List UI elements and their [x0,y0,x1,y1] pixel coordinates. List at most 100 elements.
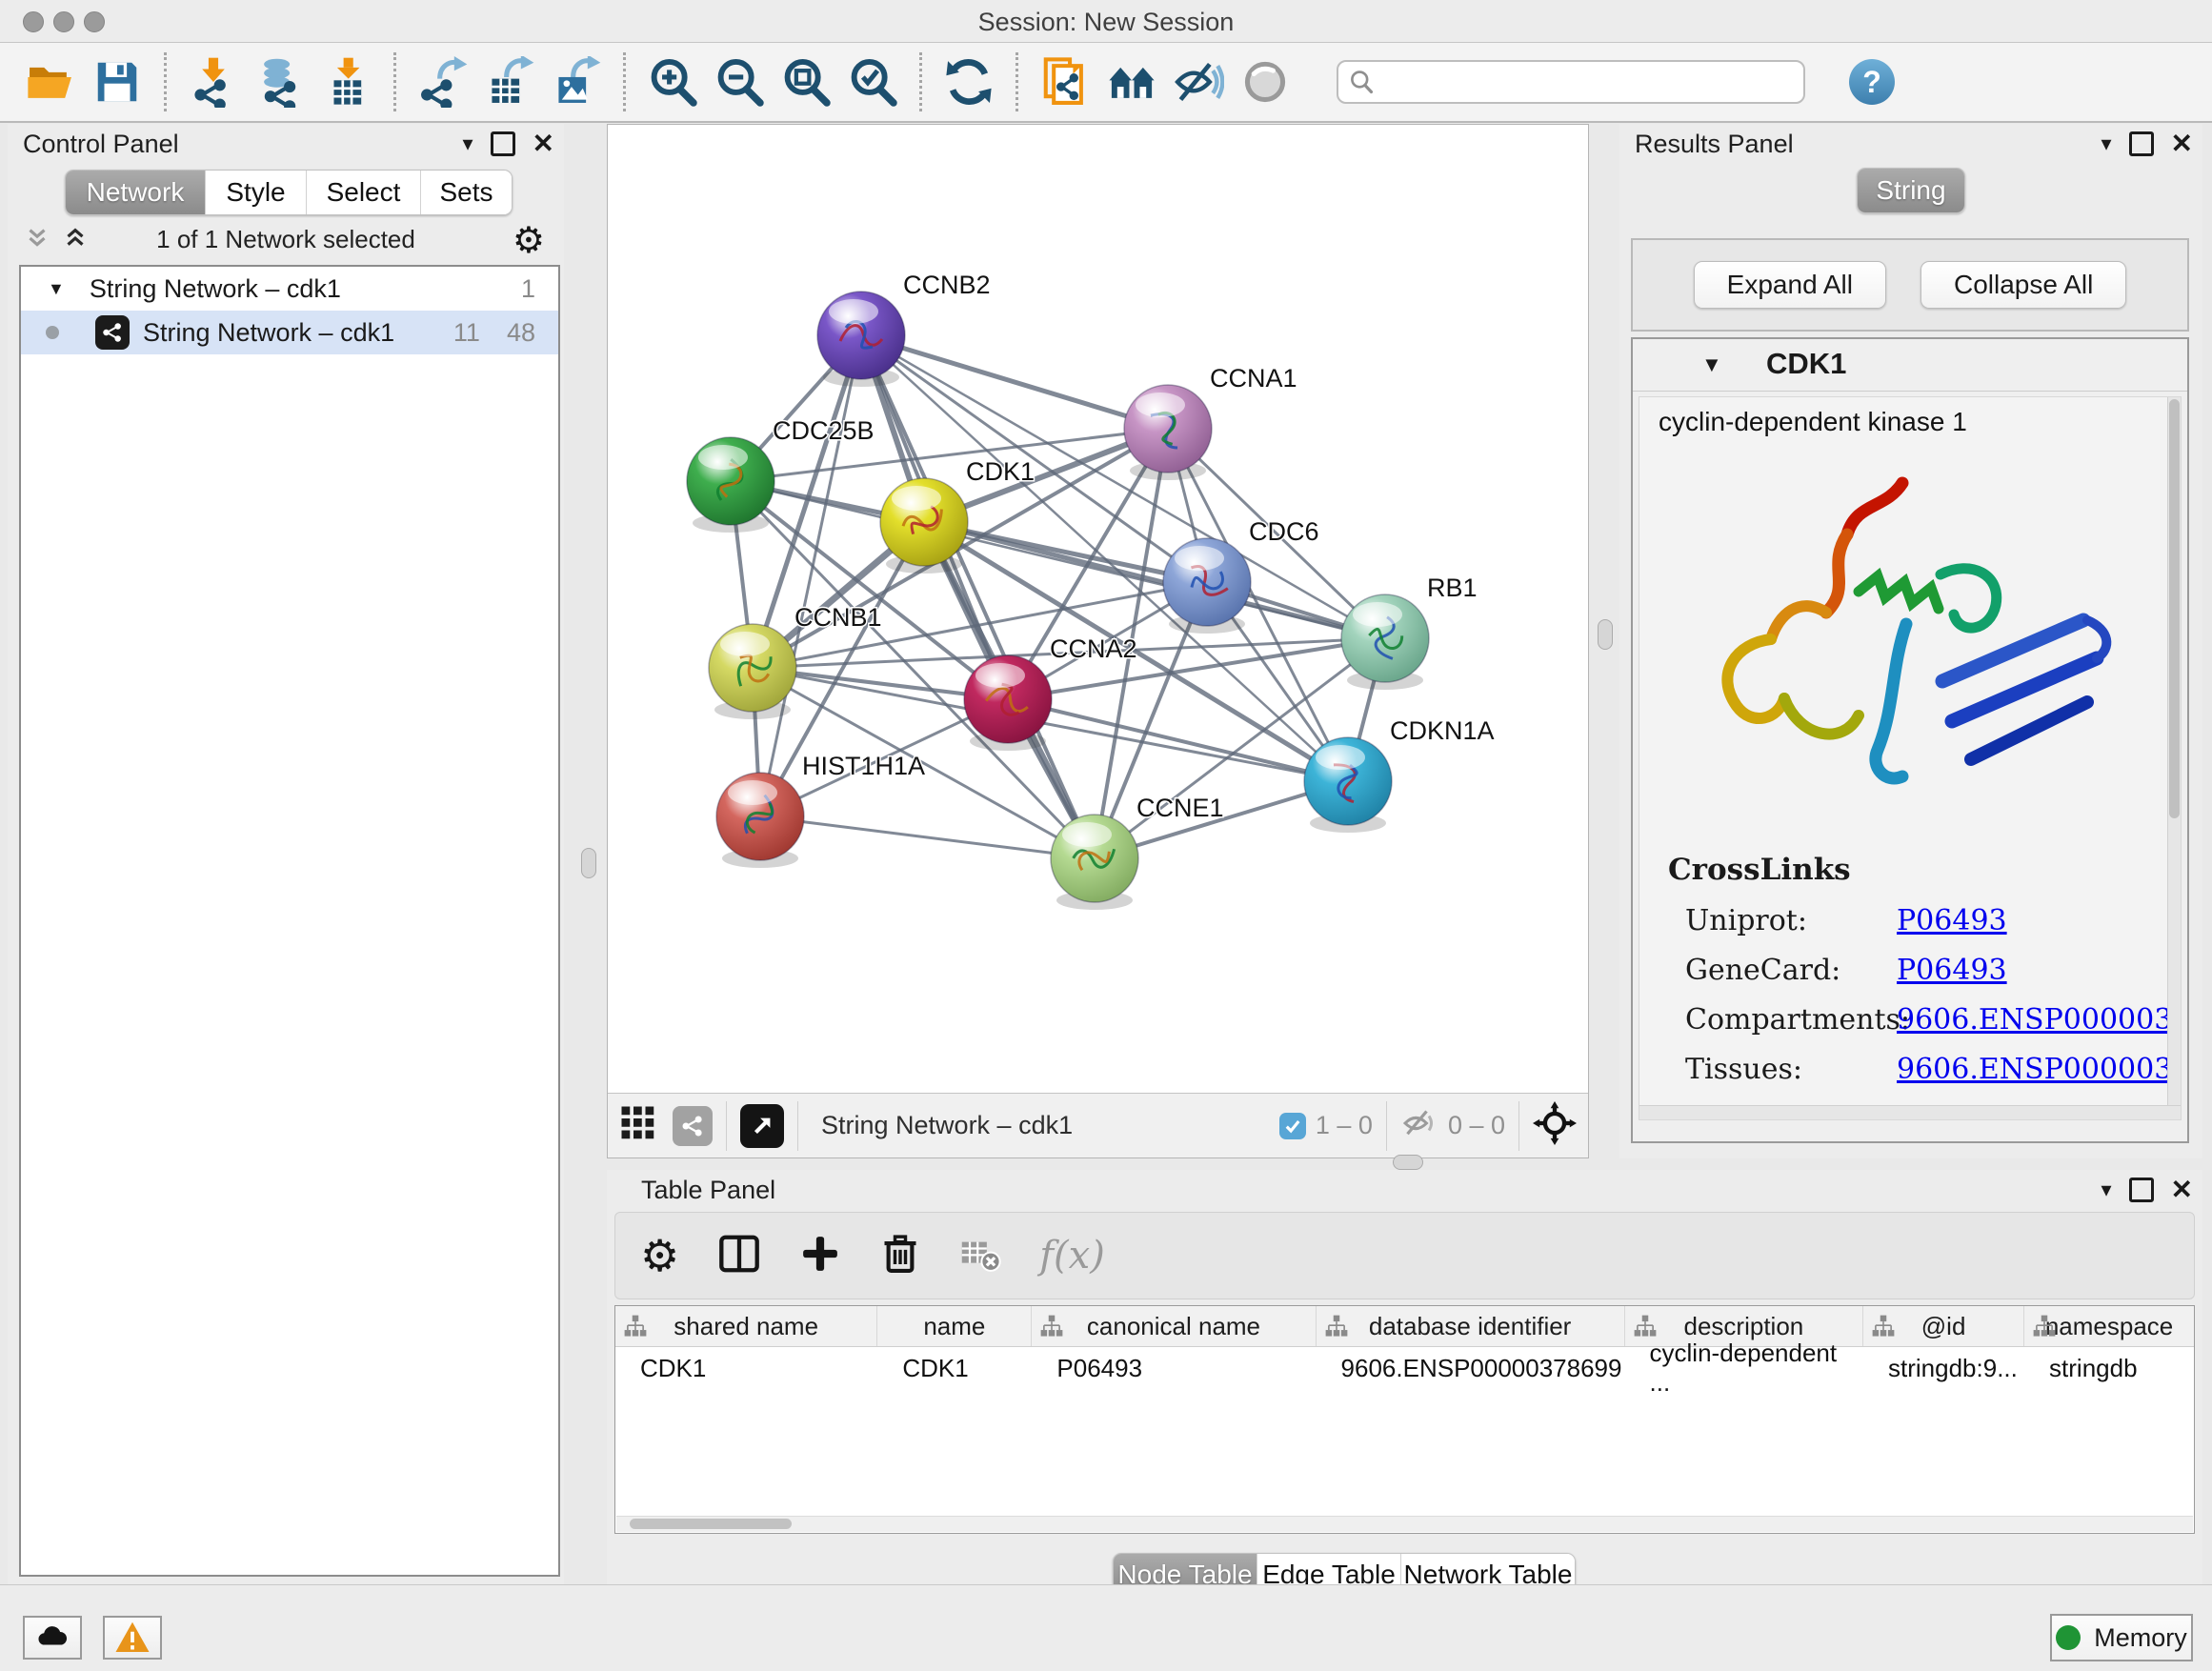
column-header-canonical-name[interactable]: canonical name [1032,1306,1316,1346]
network-node-cdc25b[interactable] [687,437,774,525]
expand-all-button[interactable]: Expand All [1694,261,1886,309]
table-settings-gear-icon[interactable]: ⚙ [640,1230,679,1281]
export-table-icon[interactable] [482,54,537,110]
grid-view-icon[interactable] [619,1104,657,1147]
tab-select[interactable]: Select [307,171,421,214]
search-input[interactable] [1337,60,1805,104]
results-vertical-scrollbar[interactable] [2167,397,2181,1119]
network-node-ccnb1[interactable] [709,624,796,712]
zoom-in-icon[interactable] [645,54,700,110]
cell-shared-name[interactable]: CDK1 [615,1347,877,1389]
cell-description[interactable]: cyclin-dependent ... [1625,1347,1863,1389]
column-header-name[interactable]: name [877,1306,1032,1346]
show-columns-icon[interactable] [717,1232,761,1280]
panel-close-icon[interactable]: ✕ [533,132,554,155]
scrollbar-thumb[interactable] [630,1519,792,1529]
panel-menu-icon[interactable]: ▾ [462,133,473,154]
export-image-icon[interactable] [549,54,604,110]
import-network-database-icon[interactable] [252,54,308,110]
network-row-selected[interactable]: String Network – cdk1 11 48 [21,311,558,354]
hidden-elements-icon[interactable] [1400,1104,1438,1147]
tab-network[interactable]: Network [66,171,206,214]
fit-content-crosshair-icon[interactable] [1533,1101,1577,1150]
cloud-button[interactable] [23,1616,82,1660]
crosslinks-section: CrossLinks Uniprot: P06493 GeneCard: P06… [1660,853,1851,1120]
column-header-namespace[interactable]: namespace [2024,1306,2194,1346]
node-label: CCNB1 [794,603,882,632]
string-home-icon[interactable] [1104,54,1159,110]
protein-header[interactable]: ▼ CDK1 [1633,339,2187,392]
network-node-cdk1[interactable] [880,478,968,566]
collection-expand-icon[interactable]: ▼ [48,279,65,299]
network-node-rb1[interactable] [1341,594,1429,682]
protein-name: CDK1 [1766,347,1846,381]
delete-table-icon[interactable] [959,1233,1001,1279]
panel-float-icon[interactable] [491,131,515,156]
panel-close-icon[interactable]: ✕ [2171,132,2193,155]
open-session-icon[interactable] [23,54,78,110]
tab-string[interactable]: String [1858,169,1964,212]
cell-id[interactable]: stringdb:9... [1863,1347,2024,1389]
network-node-hist1h1a[interactable] [716,773,804,860]
network-node-ccna1[interactable] [1124,385,1212,473]
panel-menu-icon[interactable]: ▾ [2101,133,2111,154]
column-header-description[interactable]: description [1625,1306,1863,1346]
crosslink-link[interactable]: P06493 [1897,954,2007,987]
selected-nodes-checkbox-icon[interactable] [1279,1113,1306,1139]
panel-float-icon[interactable] [2129,1178,2154,1202]
eye-icon[interactable] [1237,54,1293,110]
column-header-id[interactable]: @id [1863,1306,2024,1346]
add-column-icon[interactable] [799,1233,841,1279]
network-options-gear-icon[interactable]: ⚙ [513,219,545,261]
panel-float-icon[interactable] [2129,131,2154,156]
cell-name[interactable]: CDK1 [877,1347,1032,1389]
cell-database-identifier[interactable]: 9606.ENSP00000378699 [1317,1347,1625,1389]
network-node-ccnb2[interactable] [817,292,905,379]
collapse-protein-icon[interactable]: ▼ [1701,352,1722,377]
memory-button[interactable]: Memory [2050,1614,2193,1661]
horizontal-splitter-handle[interactable] [1393,1155,1423,1170]
warnings-button[interactable] [103,1616,162,1660]
share-file-icon[interactable] [1037,54,1093,110]
network-collection-row[interactable]: ▼ String Network – cdk1 1 [21,267,558,311]
crosslink-link[interactable]: 9606.ENSP00000378699 [1897,1003,2182,1037]
birds-eye-view-icon[interactable] [740,1104,784,1148]
vertical-splitter-handle[interactable] [581,848,596,878]
zoom-out-icon[interactable] [712,54,767,110]
tab-style[interactable]: Style [206,171,307,214]
vertical-splitter-handle[interactable] [1598,619,1613,650]
tab-sets[interactable]: Sets [421,171,512,214]
network-node-cdc6[interactable] [1163,538,1251,626]
collapse-all-button[interactable]: Collapse All [1920,261,2126,309]
toolbar-separator [919,52,922,111]
column-header-database-identifier[interactable]: database identifier [1317,1306,1625,1346]
import-table-icon[interactable] [319,54,374,110]
zoom-selected-icon[interactable] [845,54,900,110]
network-view-type-icon[interactable] [673,1106,713,1146]
network-node-cdkn1a[interactable] [1304,737,1392,825]
expand-collapse-box: Expand All Collapse All [1631,238,2189,332]
import-network-file-icon[interactable] [186,54,241,110]
hide-glasses-icon[interactable] [1171,54,1226,110]
cell-canonical-name[interactable]: P06493 [1032,1347,1316,1389]
network-node-ccna2[interactable] [964,655,1052,743]
panel-menu-icon[interactable]: ▾ [2101,1179,2111,1200]
crosslink-link[interactable]: P06493 [1897,904,2007,937]
cell-namespace[interactable]: stringdb [2024,1347,2194,1389]
results-horizontal-scrollbar[interactable] [1639,1105,2181,1119]
network-selection-status: 1 of 1 Network selected [8,225,564,254]
table-row[interactable]: CDK1 CDK1 P06493 9606.ENSP00000378699 cy… [615,1347,2194,1389]
help-icon[interactable]: ? [1849,59,1895,105]
network-canvas[interactable]: CCNB2CCNA1CDC25BCDK1CDC6RB1CCNB1CCNA2CDK… [608,125,1588,1093]
crosslink-link[interactable]: 9606.ENSP00000378699 [1897,1053,2182,1086]
delete-column-icon[interactable] [879,1233,921,1279]
zoom-fit-icon[interactable] [778,54,834,110]
refresh-icon[interactable] [941,54,996,110]
export-network-icon[interactable] [415,54,471,110]
panel-close-icon[interactable]: ✕ [2171,1178,2193,1201]
function-builder-icon[interactable]: f(x) [1039,1234,1105,1278]
save-session-icon[interactable] [90,54,145,110]
network-node-ccne1[interactable] [1051,815,1138,902]
table-horizontal-scrollbar[interactable] [616,1516,2193,1532]
column-header-shared-name[interactable]: shared name [615,1306,877,1346]
